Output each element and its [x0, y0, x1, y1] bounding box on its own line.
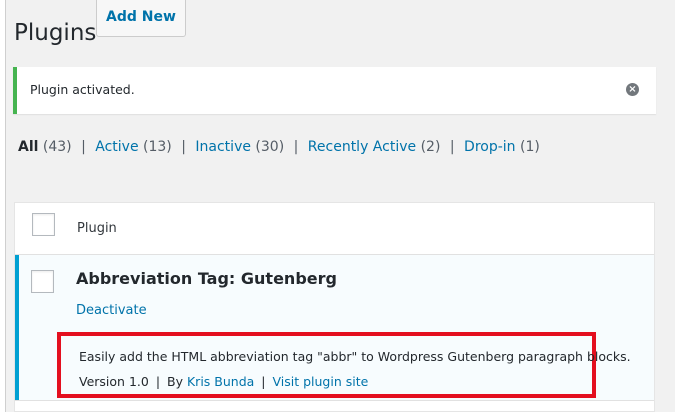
filter-active-link[interactable]: Active — [95, 139, 138, 155]
add-new-button[interactable]: Add New — [96, 0, 186, 37]
filter-all-count: (43) — [42, 139, 72, 155]
notice-status: activated. — [72, 82, 135, 97]
plugin-checkbox[interactable] — [31, 270, 54, 293]
filter-separator: | — [449, 139, 455, 155]
page-title: Plugins — [14, 20, 97, 47]
filter-all-label: All — [18, 139, 39, 155]
filter-inactive[interactable]: Inactive (30) — [195, 139, 288, 155]
author-link[interactable]: Kris Bunda — [187, 374, 254, 389]
deactivate-link[interactable]: Deactivate — [76, 303, 147, 319]
filter-recently-active-link[interactable]: Recently Active — [308, 139, 416, 155]
filter-drop-in-count: (1) — [520, 139, 540, 155]
left-panel-edge — [0, 0, 6, 412]
plugin-name: Abbreviation Tag: Gutenberg — [76, 269, 337, 288]
notice-prefix: Plugin — [30, 82, 73, 97]
plugin-version: Version 1.0 — [79, 374, 149, 389]
filter-active-count: (13) — [143, 139, 172, 155]
plugin-meta: Version 1.0 | By Kris Bunda | Visit plug… — [79, 374, 368, 390]
filter-drop-in[interactable]: Drop-in (1) — [464, 139, 540, 155]
by-label: By — [167, 374, 183, 389]
filter-drop-in-link[interactable]: Drop-in — [464, 139, 516, 155]
filter-separator: | — [81, 139, 86, 155]
dismiss-icon[interactable]: × — [626, 83, 639, 96]
plugins-table-header: Plugin — [15, 203, 654, 255]
table-row: Abbreviation Tag: Gutenberg Deactivate E… — [15, 255, 654, 400]
filter-all[interactable]: All (43) — [18, 139, 76, 155]
filter-inactive-link[interactable]: Inactive — [195, 139, 251, 155]
row-divider — [15, 400, 654, 401]
plugin-description: Easily add the HTML abbreviation tag "ab… — [79, 349, 631, 364]
plugin-status-filters: All (43) | Active (13) | Inactive (30) |… — [18, 138, 540, 157]
highlighted-description-box: Easily add the HTML abbreviation tag "ab… — [57, 332, 631, 398]
meta-separator: | — [155, 374, 161, 389]
filter-recently-active[interactable]: Recently Active (2) — [308, 139, 445, 155]
filter-separator: | — [181, 139, 186, 155]
plugin-column-header: Plugin — [77, 221, 117, 236]
select-all-checkbox[interactable] — [32, 213, 55, 236]
filter-active[interactable]: Active (13) — [95, 139, 176, 155]
visit-plugin-site-link[interactable]: Visit plugin site — [272, 374, 368, 389]
plugins-table: Plugin Abbreviation Tag: Gutenberg Deact… — [14, 202, 655, 412]
filter-separator: | — [293, 139, 299, 155]
meta-separator: | — [261, 374, 266, 389]
filter-inactive-count: (30) — [255, 139, 285, 155]
notice-text: Plugin activated. — [30, 82, 135, 98]
filter-recently-active-count: (2) — [420, 139, 441, 155]
plugin-activated-notice: Plugin activated. × — [13, 67, 656, 114]
